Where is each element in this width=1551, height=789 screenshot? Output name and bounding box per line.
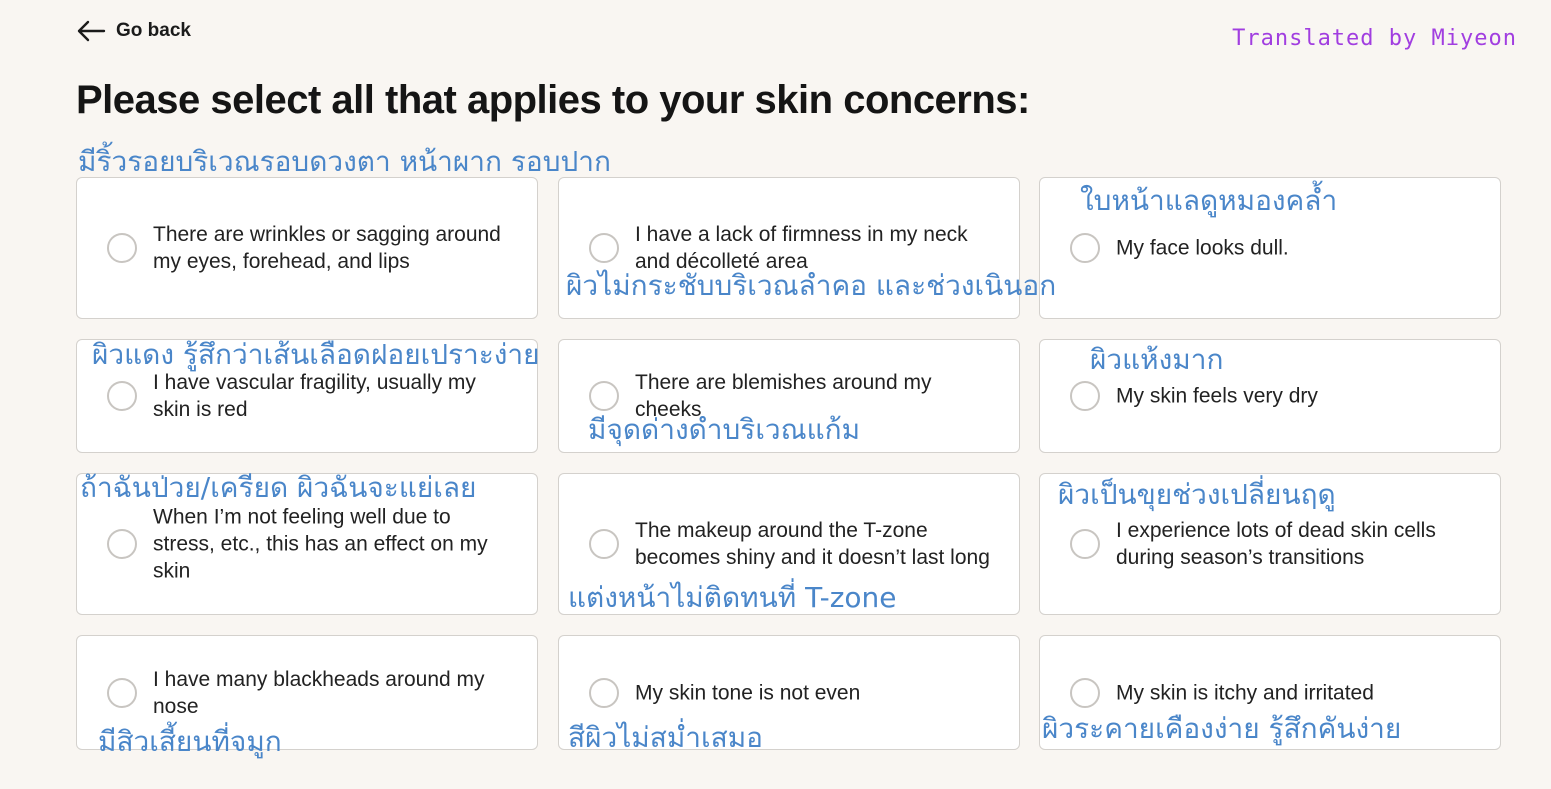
option-card-dead-skin[interactable]: I experience lots of dead skin cells dur… [1039, 473, 1501, 615]
option-card-itchy[interactable]: My skin is itchy and irritated [1039, 635, 1501, 750]
radio-circle-icon[interactable] [107, 233, 137, 263]
option-label: My skin tone is not even [635, 681, 861, 704]
radio-circle-icon[interactable] [1070, 381, 1100, 411]
option-card-blackheads[interactable]: I have many blackheads around my nose [76, 635, 538, 750]
option-label: I have many blackheads around my nose [153, 667, 485, 718]
option-card-vascular[interactable]: I have vascular fragility, usually my sk… [76, 339, 538, 453]
option-label: My skin feels very dry [1116, 384, 1318, 408]
option-label: There are blemishes around my cheeks [635, 371, 932, 421]
option-card-wrinkles[interactable]: There are wrinkles or sagging around my … [76, 177, 538, 319]
option-label: I have vascular fragility, usually my sk… [153, 371, 476, 421]
translator-credit: Translated by Miyeon [1232, 26, 1517, 51]
radio-circle-icon[interactable] [107, 677, 137, 708]
option-label: I experience lots of dead skin cells dur… [1116, 519, 1436, 569]
option-card-stress[interactable]: When I’m not feeling well due to stress,… [76, 473, 538, 615]
go-back-link[interactable]: Go back [76, 20, 191, 42]
translation-note: มีริ้วรอยบริเวณรอบดวงตา หน้าผาก รอบปาก [78, 145, 611, 178]
radio-circle-icon[interactable] [589, 529, 619, 559]
radio-circle-icon[interactable] [589, 381, 619, 411]
page-title: Please select all that applies to your s… [76, 78, 1030, 122]
option-label: My skin is itchy and irritated [1116, 681, 1374, 704]
arrow-left-icon [76, 20, 106, 42]
option-card-blemishes[interactable]: There are blemishes around my cheeks [558, 339, 1020, 453]
option-label: My face looks dull. [1116, 236, 1289, 260]
option-card-firmness[interactable]: I have a lack of firmness in my neck and… [558, 177, 1020, 319]
option-label: The makeup around the T-zone becomes shi… [635, 519, 990, 569]
radio-circle-icon[interactable] [1070, 233, 1100, 263]
go-back-label: Go back [116, 20, 191, 41]
radio-circle-icon[interactable] [589, 233, 619, 263]
option-label: I have a lack of firmness in my neck and… [635, 223, 968, 273]
radio-circle-icon[interactable] [1070, 677, 1100, 708]
option-label: When I’m not feeling well due to stress,… [153, 505, 488, 583]
option-card-dull[interactable]: My face looks dull. [1039, 177, 1501, 319]
option-card-dry[interactable]: My skin feels very dry [1039, 339, 1501, 453]
radio-circle-icon[interactable] [107, 529, 137, 559]
radio-circle-icon[interactable] [107, 381, 137, 411]
radio-circle-icon[interactable] [1070, 529, 1100, 559]
option-card-tzone[interactable]: The makeup around the T-zone becomes shi… [558, 473, 1020, 615]
radio-circle-icon[interactable] [589, 677, 619, 708]
option-card-skin-tone[interactable]: My skin tone is not even [558, 635, 1020, 750]
option-label: There are wrinkles or sagging around my … [153, 223, 501, 273]
